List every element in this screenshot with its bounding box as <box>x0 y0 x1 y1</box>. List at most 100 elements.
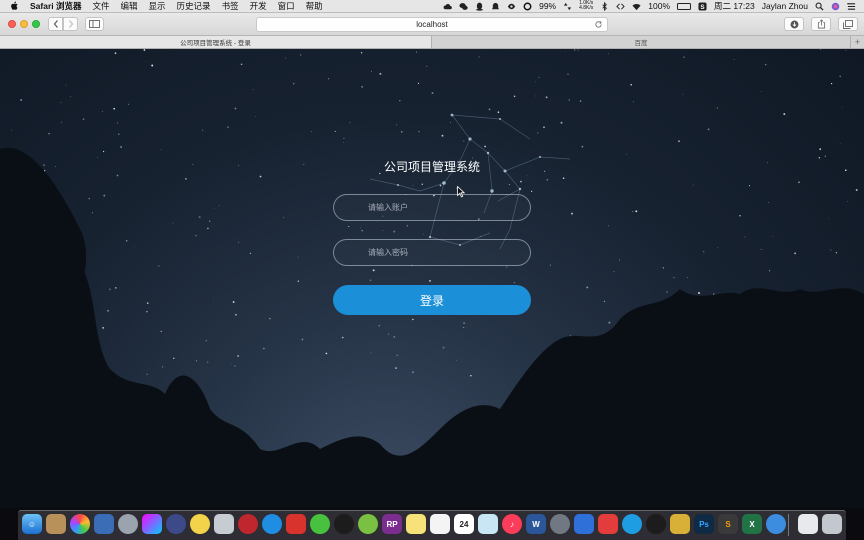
notes-icon[interactable] <box>406 514 426 534</box>
user-name[interactable]: Jaylan Zhou <box>762 1 808 11</box>
notification-center-icon[interactable] <box>847 2 856 11</box>
cloud-icon[interactable] <box>443 2 452 11</box>
sidebar-toggle-button[interactable] <box>85 17 104 31</box>
star <box>497 111 500 113</box>
bluetooth-icon[interactable] <box>600 1 609 11</box>
star <box>297 256 299 258</box>
php-app-icon[interactable] <box>166 514 186 534</box>
tab-login[interactable]: 公司项目管理系统 - 登录 <box>0 36 432 48</box>
spotlight-search-icon[interactable] <box>815 2 824 11</box>
star <box>830 82 833 85</box>
star <box>772 236 773 237</box>
system-preferences-icon[interactable] <box>550 514 570 534</box>
launchpad-icon[interactable] <box>118 514 138 534</box>
window-zoom-button[interactable] <box>32 20 40 28</box>
address-bar-url: localhost <box>416 20 448 29</box>
mouse-cursor-icon <box>457 186 465 198</box>
menu-file[interactable]: 文件 <box>93 0 110 12</box>
password-input[interactable] <box>334 240 530 265</box>
star <box>417 82 420 85</box>
new-tab-button[interactable]: + <box>850 36 864 48</box>
intellij-icon[interactable] <box>142 514 162 534</box>
siri-icon[interactable] <box>831 2 840 11</box>
star <box>145 60 147 62</box>
star <box>693 184 694 186</box>
notebook-app-icon[interactable] <box>46 514 66 534</box>
eye-icon[interactable] <box>507 2 516 11</box>
wechat-dock-icon[interactable] <box>310 514 330 534</box>
back-button[interactable] <box>48 17 63 31</box>
menu-help[interactable]: 帮助 <box>306 0 323 12</box>
apple-icon[interactable] <box>10 1 19 11</box>
menu-app-name[interactable]: Safari 浏览器 <box>30 0 82 12</box>
qq-secondary-icon[interactable] <box>646 514 666 534</box>
show-all-tabs-button[interactable] <box>838 17 858 31</box>
wechat-icon[interactable] <box>459 2 468 11</box>
updown-arrows-icon <box>564 2 572 10</box>
reload-icon[interactable] <box>594 20 603 29</box>
excel-icon[interactable]: X <box>742 514 762 534</box>
username-field[interactable] <box>333 194 531 221</box>
baidu-netdisk-icon[interactable] <box>574 514 594 534</box>
reminders-icon[interactable] <box>430 514 450 534</box>
star <box>687 277 689 278</box>
word-icon[interactable]: W <box>526 514 546 534</box>
documents-folder-icon[interactable] <box>798 514 818 534</box>
safari-icon[interactable] <box>262 514 282 534</box>
star <box>760 249 762 250</box>
finder-icon[interactable]: ☺ <box>22 514 42 534</box>
star <box>192 164 194 166</box>
qq-dock-icon[interactable] <box>334 514 354 534</box>
code-brackets-icon[interactable] <box>616 2 626 11</box>
menu-history[interactable]: 历史记录 <box>177 0 211 12</box>
address-bar[interactable]: localhost <box>256 17 608 32</box>
star <box>526 175 528 177</box>
screen-capture-icon[interactable] <box>286 514 306 534</box>
database-icon[interactable] <box>214 514 234 534</box>
music-icon[interactable]: ♪ <box>502 514 522 534</box>
sync-app-icon[interactable] <box>358 514 378 534</box>
window-close-button[interactable] <box>8 20 16 28</box>
menu-develop[interactable]: 开发 <box>250 0 267 12</box>
star <box>301 338 304 341</box>
tab-baidu[interactable]: 百度 <box>432 36 850 48</box>
battery-icon[interactable] <box>677 2 692 10</box>
menu-edit[interactable]: 编辑 <box>121 0 138 12</box>
qq-icon[interactable] <box>475 2 484 11</box>
forward-button[interactable] <box>63 17 78 31</box>
archive-icon[interactable] <box>670 514 690 534</box>
menu-view[interactable]: 显示 <box>149 0 166 12</box>
remote-app-icon[interactable] <box>598 514 618 534</box>
notification-icon[interactable] <box>491 2 500 11</box>
username-input[interactable] <box>334 195 530 220</box>
menu-window[interactable]: 窗口 <box>278 0 295 12</box>
share-button[interactable] <box>811 17 831 31</box>
star <box>484 145 486 148</box>
teamviewer-icon[interactable] <box>622 514 642 534</box>
star <box>630 83 633 86</box>
login-button[interactable]: 登录 <box>333 285 531 315</box>
browser-icon[interactable] <box>766 514 786 534</box>
clock[interactable]: 周二 17:23 <box>714 0 755 12</box>
sublime-text-icon[interactable]: S <box>718 514 738 534</box>
redis-icon[interactable] <box>238 514 258 534</box>
star <box>146 311 148 313</box>
downloads-button[interactable] <box>784 17 804 31</box>
s-app-icon[interactable]: S <box>698 1 707 11</box>
trash-icon[interactable] <box>822 514 842 534</box>
menu-bookmarks[interactable]: 书签 <box>222 0 239 12</box>
window-minimize-button[interactable] <box>20 20 28 28</box>
star <box>839 142 841 144</box>
axure-rp-icon[interactable]: RP <box>382 514 402 534</box>
wifi-icon[interactable] <box>632 2 641 11</box>
star <box>673 277 675 279</box>
photoshop-icon[interactable]: Ps <box>694 514 714 534</box>
xcode-icon[interactable] <box>94 514 114 534</box>
password-field[interactable] <box>333 239 531 266</box>
photos-icon[interactable] <box>70 514 90 534</box>
calendar-icon[interactable]: 24 <box>454 514 474 534</box>
circle-status-icon[interactable] <box>523 2 532 11</box>
sequel-icon[interactable] <box>190 514 210 534</box>
star <box>703 251 705 253</box>
preview-icon[interactable] <box>478 514 498 534</box>
